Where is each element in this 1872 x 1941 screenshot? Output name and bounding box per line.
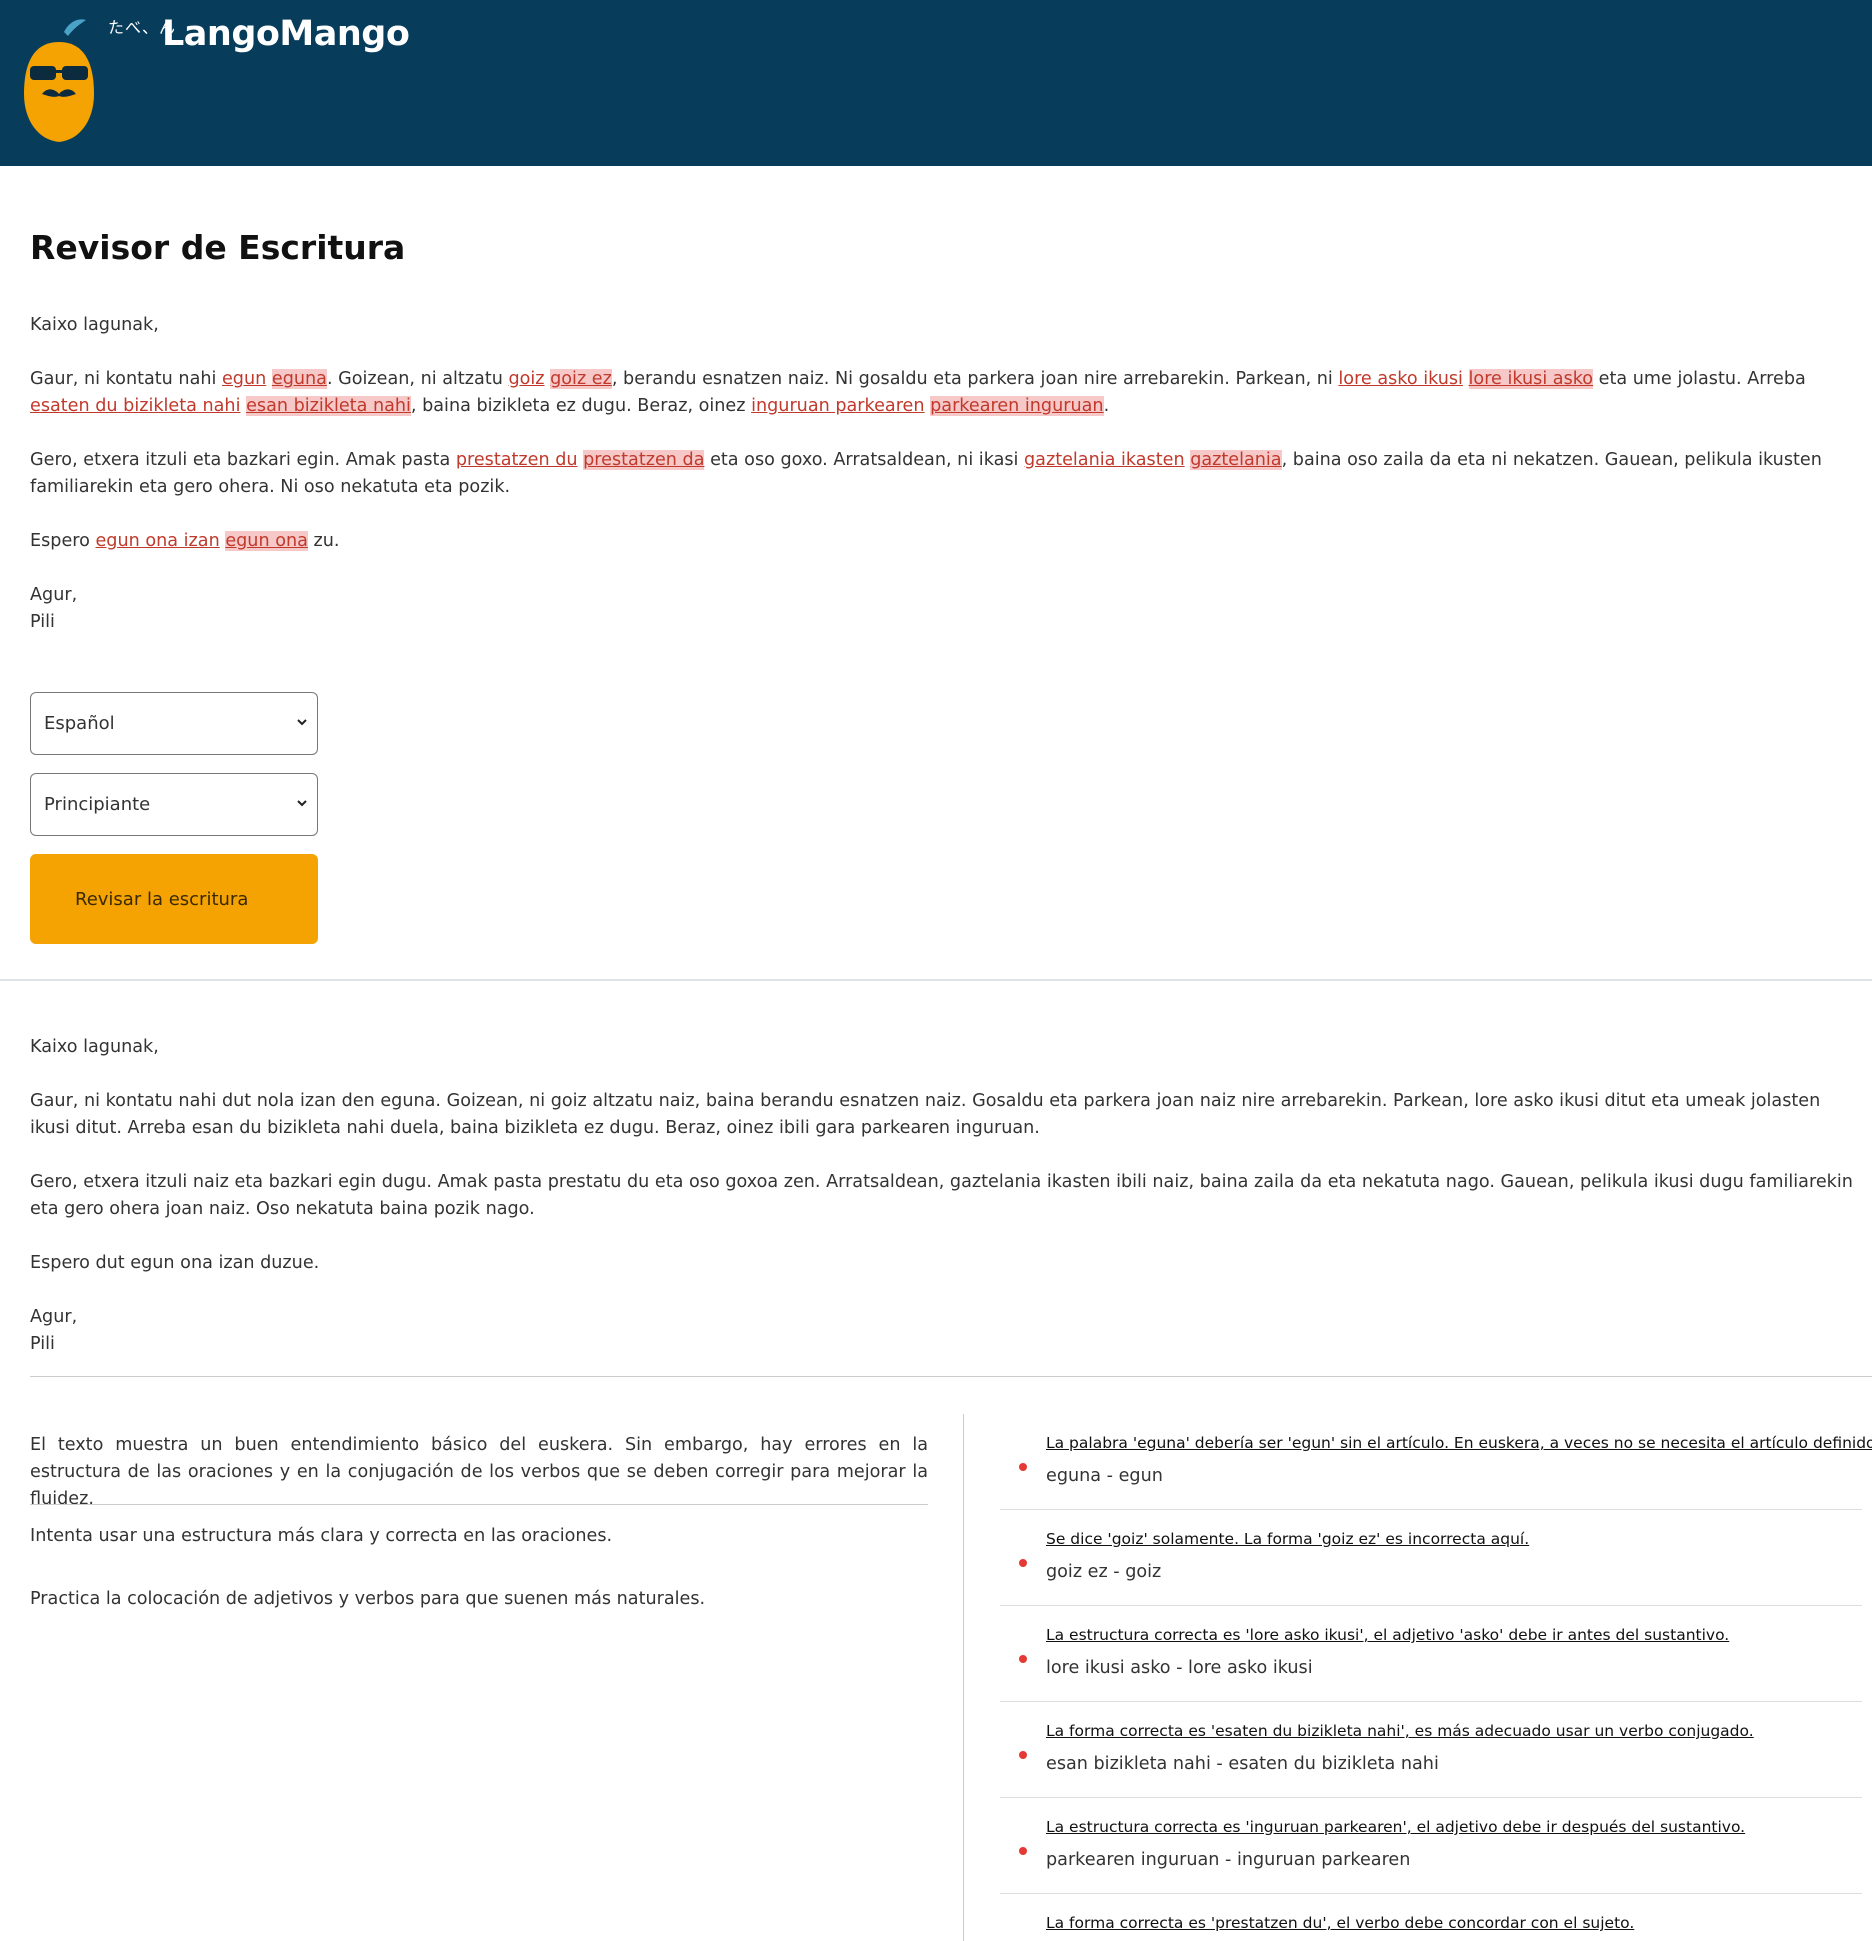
corrected-paragraph-3: Espero dut egun ona izan duzue.: [30, 1253, 320, 1273]
summary-divider: [30, 1504, 928, 1505]
original-signature: Pili: [30, 612, 55, 632]
correction-item: La forma correcta es 'prestatzen du', el…: [1000, 1894, 1862, 1941]
original-greeting: Kaixo lagunak,: [30, 315, 159, 335]
correction-pair: esan bizikleta nahi - esaten du biziklet…: [1046, 1754, 1439, 1774]
page-title: Revisor de Escritura: [30, 228, 406, 267]
suggested-fix[interactable]: goiz: [508, 369, 544, 389]
level-select[interactable]: Principiante: [30, 773, 318, 836]
text-run: zu.: [307, 531, 340, 551]
corrected-closing: Agur,: [30, 1307, 78, 1327]
text-run: Gero, etxera itzuli eta bazkari egin. Am…: [30, 450, 456, 470]
suggested-fix[interactable]: prestatzen du: [456, 450, 578, 470]
corrected-text: Kaixo lagunak, Gaur, ni kontatu nahi dut…: [30, 1034, 1865, 1358]
text-run: .: [1103, 396, 1110, 416]
text-run: Gaur, ni kontatu nahi: [30, 369, 222, 389]
corrected-paragraph-2: Gero, etxera itzuli naiz eta bazkari egi…: [30, 1172, 1853, 1219]
original-text: Kaixo lagunak, Gaur, ni kontatu nahi egu…: [30, 312, 1865, 636]
chevron-down-icon: [297, 719, 307, 726]
bullet-icon: [1019, 1751, 1027, 1759]
original-paragraph-1: Gaur, ni kontatu nahi egun eguna. Goizea…: [30, 366, 1865, 420]
mango-mascot-logo[interactable]: [18, 10, 100, 146]
highlighted-error[interactable]: goiz ez: [550, 369, 612, 389]
corrected-paragraph-1: Gaur, ni kontatu nahi dut nola izan den …: [30, 1091, 1821, 1138]
correction-item: La estructura correcta es 'lore asko iku…: [1000, 1606, 1862, 1702]
language-select[interactable]: Español: [30, 692, 318, 755]
highlighted-error[interactable]: gaztelania: [1190, 450, 1282, 470]
text-run: eta oso goxo. Arratsaldean, ni ikasi: [704, 450, 1025, 470]
bullet-icon: [1019, 1655, 1027, 1663]
text-run: . Goizean, ni altzatu: [326, 369, 509, 389]
highlighted-error[interactable]: egun ona: [225, 531, 308, 551]
feedback-summary: El texto muestra un buen entendimiento b…: [30, 1435, 928, 1509]
suggested-fix[interactable]: inguruan parkearen: [751, 396, 924, 416]
suggested-fix[interactable]: lore asko ikusi: [1338, 369, 1463, 389]
correction-item: Se dice 'goiz' solamente. La forma 'goiz…: [1000, 1510, 1862, 1606]
text-run: [1463, 369, 1469, 389]
level-select-value: Principiante: [44, 794, 151, 815]
highlighted-error[interactable]: parkearen inguruan: [930, 396, 1104, 416]
column-divider: [963, 1414, 964, 1941]
corrected-greeting: Kaixo lagunak,: [30, 1037, 159, 1057]
feedback-divider: [30, 1376, 1872, 1377]
correction-explanation[interactable]: La palabra 'eguna' debería ser 'egun' si…: [1046, 1434, 1872, 1452]
correction-pair: goiz ez - goiz: [1046, 1562, 1162, 1582]
feedback-tip: Intenta usar una estructura más clara y …: [30, 1526, 613, 1546]
suggested-fix[interactable]: egun ona izan: [95, 531, 219, 551]
correction-pair: parkearen inguruan - inguruan parkearen: [1046, 1850, 1411, 1870]
correction-item: La forma correcta es 'esaten du biziklet…: [1000, 1702, 1862, 1798]
suggested-fix[interactable]: esaten du bizikleta nahi: [30, 396, 240, 416]
highlighted-error[interactable]: eguna: [271, 369, 327, 389]
text-run: eta ume jolastu. Arreba: [1593, 369, 1806, 389]
chevron-down-icon: [297, 800, 307, 807]
language-select-value: Español: [44, 713, 115, 734]
original-paragraph-2: Gero, etxera itzuli eta bazkari egin. Am…: [30, 447, 1865, 501]
highlighted-error[interactable]: esan bizikleta nahi: [246, 396, 411, 416]
section-divider: [0, 979, 1872, 981]
highlighted-error[interactable]: prestatzen da: [583, 450, 705, 470]
correction-pair: lore ikusi asko - lore asko ikusi: [1046, 1658, 1313, 1678]
correction-explanation[interactable]: La estructura correcta es 'lore asko iku…: [1046, 1626, 1729, 1644]
brand-name[interactable]: LangoMango: [162, 14, 410, 54]
original-closing: Agur,: [30, 585, 78, 605]
correction-item: La palabra 'eguna' debería ser 'egun' si…: [1000, 1414, 1872, 1510]
highlighted-error[interactable]: lore ikusi asko: [1468, 369, 1594, 389]
app-header: たべ、ん LangoMango: [0, 0, 1872, 166]
correction-explanation[interactable]: La forma correcta es 'prestatzen du', el…: [1046, 1914, 1634, 1932]
corrected-signature: Pili: [30, 1334, 55, 1354]
correction-explanation[interactable]: Se dice 'goiz' solamente. La forma 'goiz…: [1046, 1530, 1529, 1548]
correction-pair: eguna - egun: [1046, 1466, 1163, 1486]
corrections-list: La palabra 'eguna' debería ser 'egun' si…: [1000, 1414, 1872, 1941]
text-run: Espero: [30, 531, 96, 551]
original-paragraph-3: Espero egun ona izan egun ona zu.: [30, 528, 1865, 555]
bullet-icon: [1019, 1559, 1027, 1567]
correction-explanation[interactable]: La estructura correcta es 'inguruan park…: [1046, 1818, 1745, 1836]
correction-item: La estructura correcta es 'inguruan park…: [1000, 1798, 1862, 1894]
text-run: , berandu esnatzen naiz. Ni gosaldu eta …: [611, 369, 1339, 389]
suggested-fix[interactable]: egun: [222, 369, 266, 389]
correction-explanation[interactable]: La forma correcta es 'esaten du biziklet…: [1046, 1722, 1754, 1740]
suggested-fix[interactable]: gaztelania ikasten: [1024, 450, 1185, 470]
text-run: , baina bizikleta ez dugu. Beraz, oinez: [410, 396, 752, 416]
feedback-tip: Practica la colocación de adjetivos y ve…: [30, 1589, 706, 1609]
bullet-icon: [1019, 1463, 1027, 1471]
bullet-icon: [1019, 1847, 1027, 1855]
check-writing-button[interactable]: Revisar la escritura: [30, 854, 318, 944]
